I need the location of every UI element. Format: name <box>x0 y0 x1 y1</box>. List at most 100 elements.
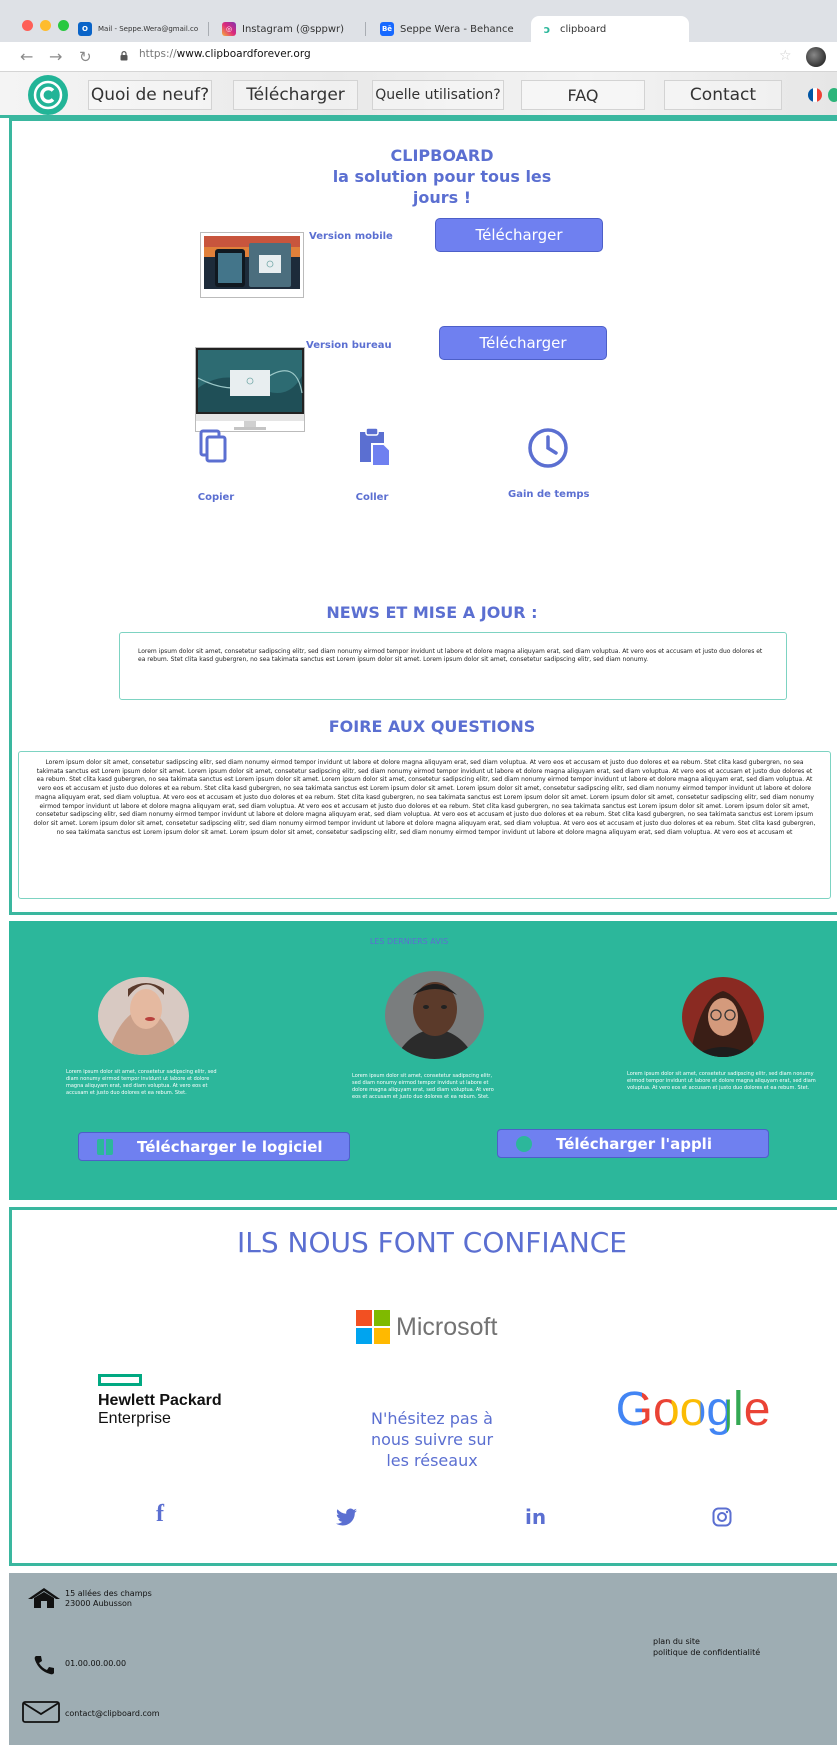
reviews-section: LES DERNIERS AVIS Lorem ipsum dolor sit … <box>9 921 837 1200</box>
button-label: Télécharger l'appli <box>556 1134 712 1153</box>
behance-icon: Bē <box>380 22 394 36</box>
follow-line: nous suivre sur <box>370 1430 494 1449</box>
feature-label-time-saving: Gain de temps <box>508 489 590 500</box>
browser-tab-clipboard[interactable]: ↄ clipboard <box>531 16 689 42</box>
news-body: Lorem ipsum dolor sit amet, consetetur s… <box>138 648 763 663</box>
feature-label-copy: Copier <box>197 492 235 503</box>
download-software-button[interactable]: Télécharger le logiciel <box>78 1132 350 1161</box>
button-label: Télécharger <box>479 334 567 352</box>
browser-tab-mail[interactable]: O Mail - Seppe.Wera@gmail.com <box>78 16 198 42</box>
copy-icon <box>199 429 227 463</box>
clipboard-c-logo-icon <box>33 80 63 110</box>
language-flag-icon[interactable] <box>828 88 837 102</box>
tab-label: Instagram (@sppwr) <box>242 23 345 35</box>
review-text: Lorem ipsum dolor sit amet, consetetur s… <box>66 1069 217 1096</box>
reload-icon[interactable]: ↻ <box>79 47 92 67</box>
review-text: Lorem ipsum dolor sit amet, consetetur s… <box>352 1073 494 1100</box>
nav-whats-new[interactable]: Quoi de neuf? <box>88 80 212 110</box>
microsoft-wordmark: Microsoft <box>396 1312 498 1341</box>
follow-us-text: N'hésitez pas à nous suivre sur les rése… <box>342 1408 522 1471</box>
windows-icon <box>97 1138 113 1155</box>
french-flag-icon[interactable] <box>808 88 822 102</box>
tab-label: Mail - Seppe.Wera@gmail.com <box>98 25 198 33</box>
reviews-title: LES DERNIERS AVIS <box>369 937 449 946</box>
faq-body: Lorem ipsum dolor sit amet, consetetur s… <box>33 759 816 836</box>
url-input[interactable]: https://www.clipboardforever.org <box>139 48 311 60</box>
phone-icon <box>34 1656 54 1675</box>
url-host: www.clipboardforever.org <box>176 48 311 60</box>
tab-label: clipboard <box>560 23 607 35</box>
facebook-icon[interactable]: f <box>156 1501 164 1528</box>
mobile-version-label: Version mobile <box>309 231 393 242</box>
bookmark-star-icon[interactable]: ☆ <box>779 48 792 64</box>
forward-arrow-icon[interactable]: → <box>49 47 62 67</box>
feature-label-paste: Coller <box>355 492 389 503</box>
url-scheme: https:// <box>139 48 177 60</box>
faq-title: FOIRE AUX QUESTIONS <box>328 717 536 736</box>
footer-sitemap-link[interactable]: plan du site <box>653 1637 700 1647</box>
clipboard-tab-icon: ↄ <box>540 22 554 36</box>
hpe-wordmark-line: Enterprise <box>98 1410 171 1427</box>
trust-section: ILS NOUS FONT CONFIANCE Microsoft Hewlet… <box>9 1207 837 1566</box>
nav-label: FAQ <box>567 85 599 105</box>
instagram-social-icon[interactable] <box>712 1507 732 1527</box>
browser-tab-behance[interactable]: Bē Seppe Wera - Behance <box>380 16 520 42</box>
hero-title: CLIPBOARD la solution pour tous les jour… <box>332 145 552 208</box>
nav-usage[interactable]: Quelle utilisation? <box>372 80 504 110</box>
follow-line: N'hésitez pas à <box>371 1409 493 1428</box>
instagram-icon: ◎ <box>222 22 236 36</box>
google-wordmark: Google <box>615 1382 771 1436</box>
download-desktop-button[interactable]: Télécharger <box>439 326 607 360</box>
nav-contact[interactable]: Contact <box>664 80 782 110</box>
tab-label: Seppe Wera - Behance <box>400 23 514 35</box>
address-bar: ← → ↻ https://www.clipboardforever.org ☆ <box>0 42 837 72</box>
hpe-wordmark-line: Hewlett Packard <box>98 1392 222 1409</box>
browser-tab-instagram[interactable]: ◎ Instagram (@sppwr) <box>222 16 352 42</box>
follow-line: les réseaux <box>386 1451 478 1470</box>
clipboard-logo[interactable] <box>28 75 68 115</box>
nav-label: Quelle utilisation? <box>375 87 501 103</box>
download-mobile-button[interactable]: Télécharger <box>435 218 603 252</box>
main-section: CLIPBOARD la solution pour tous les jour… <box>9 118 837 915</box>
browser-tab-bar: O Mail - Seppe.Wera@gmail.com ◎ Instagra… <box>0 0 837 42</box>
reviewer-avatar <box>682 977 764 1057</box>
hero-title-line: jours ! <box>412 188 472 207</box>
reviewer-avatar <box>385 971 484 1059</box>
nav-faq[interactable]: FAQ <box>521 80 645 110</box>
footer-privacy-link[interactable]: politique de confidentialité <box>653 1648 760 1658</box>
minimize-window-dot[interactable] <box>40 20 51 31</box>
download-app-button[interactable]: Télécharger l'appli <box>497 1129 769 1158</box>
footer-email[interactable]: contact@clipboard.com <box>65 1709 160 1719</box>
tab-separator <box>365 22 366 36</box>
hpe-logo: Hewlett Packard Enterprise <box>98 1374 222 1428</box>
footer-phone[interactable]: 01.00.00.00.00 <box>65 1659 126 1669</box>
close-window-dot[interactable] <box>22 20 33 31</box>
microsoft-squares-icon <box>356 1310 390 1344</box>
hpe-rectangle-icon <box>98 1374 142 1386</box>
mobile-mockup-image <box>200 232 304 298</box>
profile-avatar[interactable] <box>806 47 826 67</box>
linkedin-icon[interactable]: in <box>525 1505 546 1529</box>
home-icon <box>28 1588 60 1608</box>
maximize-window-dot[interactable] <box>58 20 69 31</box>
reviewer-avatar <box>98 977 189 1055</box>
envelope-icon <box>22 1701 60 1723</box>
news-title: NEWS ET MISE A JOUR : <box>326 603 538 622</box>
review-text: Lorem ipsum dolor sit amet, consetetur s… <box>627 1071 816 1091</box>
site-navigation: Quoi de neuf? Télécharger Quelle utilisa… <box>0 72 837 118</box>
trust-title: ILS NOUS FONT CONFIANCE <box>236 1226 628 1259</box>
nav-label: Contact <box>689 85 757 105</box>
button-label: Télécharger <box>475 226 563 244</box>
news-box: Lorem ipsum dolor sit amet, consetetur s… <box>119 632 787 700</box>
desktop-version-label: Version bureau <box>306 340 392 351</box>
nav-download[interactable]: Télécharger <box>233 80 358 110</box>
twitter-icon[interactable] <box>336 1508 358 1526</box>
footer-address-line: 15 allées des champs <box>65 1589 152 1598</box>
nav-label: Quoi de neuf? <box>90 85 210 105</box>
paste-icon <box>360 427 391 467</box>
nav-label: Télécharger <box>246 85 345 105</box>
desktop-mockup-image <box>195 347 305 432</box>
back-arrow-icon[interactable]: ← <box>20 47 33 67</box>
hero-title-line: la solution pour tous les <box>332 167 552 186</box>
footer-address-line: 23000 Aubusson <box>65 1599 132 1608</box>
